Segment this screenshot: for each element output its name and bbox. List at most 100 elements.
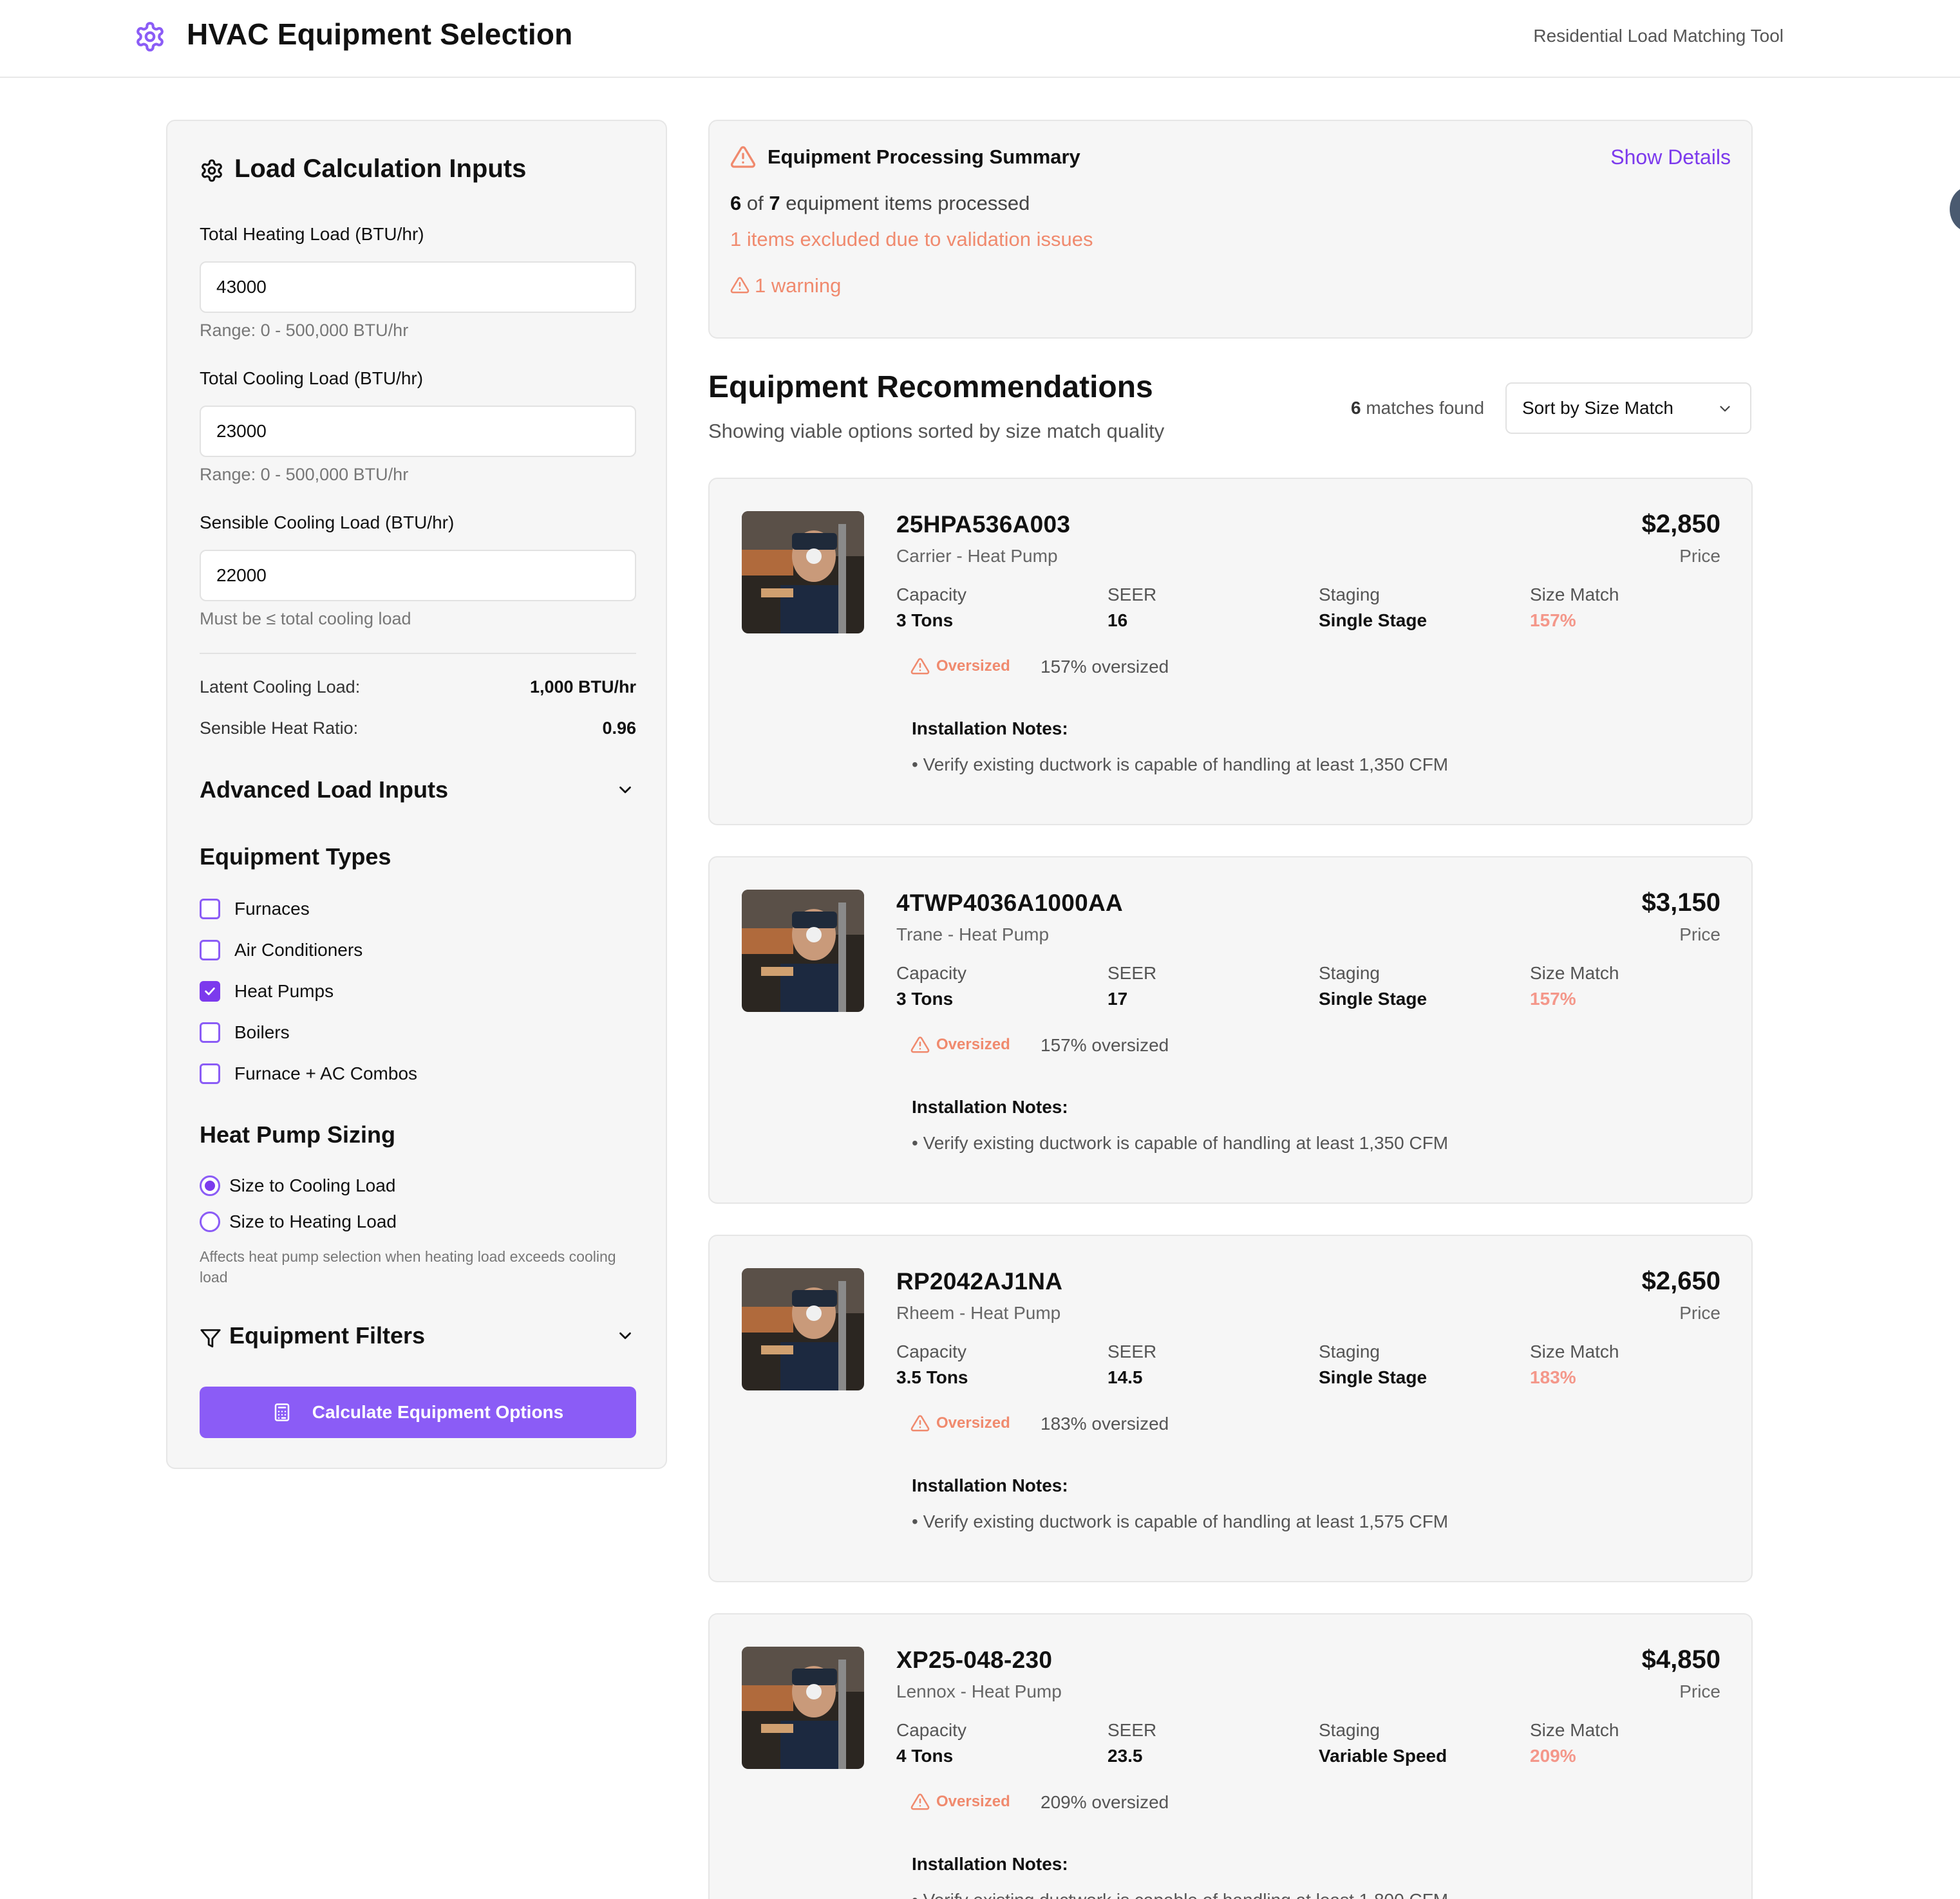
recommendations-subtitle: Showing viable options sorted by size ma…	[708, 420, 1165, 442]
brand-type: Rheem - Heat Pump	[896, 1303, 1061, 1323]
radio-label: Size to Heating Load	[229, 1211, 397, 1231]
staging-value: Single Stage	[1319, 1367, 1428, 1387]
matches-count: 6	[1351, 398, 1361, 418]
installation-note: • Verify existing ductwork is capable of…	[912, 1511, 1449, 1531]
checkbox-label: Heat Pumps	[234, 981, 334, 1001]
heating-load-hint: Range: 0 - 500,000 BTU/hr	[200, 321, 409, 340]
equipment-card[interactable]: XP25-048-230 Lennox - Heat Pump $4,850 P…	[708, 1613, 1753, 1899]
calculate-button-label: Calculate Equipment Options	[312, 1402, 564, 1422]
oversize-text: 157% oversized	[1041, 657, 1169, 677]
capacity-label: Capacity	[896, 1342, 966, 1361]
app-tagline: Residential Load Matching Tool	[1533, 26, 1784, 46]
size-match-label: Size Match	[1530, 963, 1619, 983]
equipment-photo	[742, 890, 864, 1012]
installation-notes-title: Installation Notes:	[912, 1475, 1068, 1495]
oversized-label: Oversized	[936, 1036, 1010, 1053]
checkbox-boilers[interactable]	[200, 1022, 220, 1043]
heat-pump-sizing-title: Heat Pump Sizing	[200, 1121, 396, 1148]
model-number: RP2042AJ1NA	[896, 1268, 1063, 1295]
cooling-load-label: Total Cooling Load (BTU/hr)	[200, 368, 424, 388]
model-number: XP25-048-230	[896, 1647, 1053, 1673]
shr-label: Sensible Heat Ratio:	[200, 718, 359, 738]
oversized-label: Oversized	[936, 1414, 1010, 1432]
sensible-load-input[interactable]: 22000	[200, 550, 636, 601]
equipment-photo	[742, 511, 864, 633]
equipment-filters-toggle[interactable]: Equipment Filters	[229, 1322, 425, 1349]
seer-label: SEER	[1107, 1720, 1157, 1740]
chevron-down-icon[interactable]	[616, 780, 635, 800]
heating-load-label: Total Heating Load (BTU/hr)	[200, 224, 424, 244]
heat-pump-sizing-hint: Affects heat pump selection when heating…	[200, 1248, 616, 1286]
staging-label: Staging	[1319, 1342, 1380, 1361]
staging-value: Variable Speed	[1319, 1746, 1447, 1766]
heating-load-input[interactable]: 43000	[200, 261, 636, 313]
checkbox-air-conditioners[interactable]	[200, 940, 220, 960]
capacity-value: 3.5 Tons	[896, 1367, 968, 1387]
size-match-value: 209%	[1530, 1746, 1576, 1766]
app-title: HVAC Equipment Selection	[187, 17, 573, 51]
oversized-badge: Oversized	[910, 1035, 1010, 1054]
equipment-card[interactable]: 25HPA536A003 Carrier - Heat Pump $2,850 …	[708, 478, 1753, 825]
total-count: 7	[769, 192, 780, 214]
summary-title: Equipment Processing Summary	[768, 145, 1080, 168]
matches-suffix: matches found	[1366, 398, 1485, 418]
size-match-value: 157%	[1530, 989, 1576, 1009]
shr-value: 0.96	[602, 718, 636, 738]
checkbox-label: Furnace + AC Combos	[234, 1063, 418, 1083]
seer-value: 17	[1107, 989, 1128, 1009]
sensible-load-label: Sensible Cooling Load (BTU/hr)	[200, 512, 455, 532]
oversized-badge: Oversized	[910, 657, 1010, 676]
price-label: Price	[1679, 546, 1720, 566]
latent-load-value: 1,000 BTU/hr	[529, 677, 636, 697]
seer-value: 23.5	[1107, 1746, 1143, 1766]
floating-avatar[interactable]	[1950, 187, 1960, 232]
divider	[200, 653, 636, 654]
seer-value: 16	[1107, 610, 1128, 630]
checkbox-furnaces[interactable]	[200, 899, 220, 919]
installation-note: • Verify existing ductwork is capable of…	[912, 754, 1449, 774]
price-label: Price	[1679, 1681, 1720, 1701]
gear-icon	[137, 22, 164, 51]
sort-select[interactable]: Sort by Size Match	[1505, 382, 1751, 434]
brand-type: Trane - Heat Pump	[896, 924, 1050, 944]
checkbox-label: Boilers	[234, 1022, 290, 1042]
checkmark-icon	[205, 987, 215, 995]
processed-suffix: equipment items processed	[786, 192, 1030, 214]
show-details-link[interactable]: Show Details	[1610, 145, 1731, 169]
chevron-down-icon[interactable]	[616, 1326, 635, 1345]
radio-size-heating[interactable]	[200, 1211, 220, 1232]
cooling-load-hint: Range: 0 - 500,000 BTU/hr	[200, 465, 409, 484]
installation-notes-title: Installation Notes:	[912, 1854, 1068, 1874]
capacity-value: 3 Tons	[896, 610, 954, 630]
warning-count[interactable]: 1 warning	[755, 274, 841, 297]
size-match-value: 157%	[1530, 610, 1576, 630]
cooling-load-input[interactable]: 23000	[200, 406, 636, 457]
model-number: 4TWP4036A1000AA	[896, 890, 1124, 916]
checkbox-furnace-ac-combos[interactable]	[200, 1063, 220, 1084]
size-match-label: Size Match	[1530, 1720, 1619, 1740]
capacity-label: Capacity	[896, 963, 966, 983]
staging-label: Staging	[1319, 1720, 1380, 1740]
equipment-card[interactable]: RP2042AJ1NA Rheem - Heat Pump $2,650 Pri…	[708, 1235, 1753, 1582]
of-text: of	[746, 192, 764, 214]
oversized-label: Oversized	[936, 1793, 1010, 1810]
warning-icon	[910, 1036, 930, 1053]
top-header: HVAC Equipment Selection Residential Loa…	[0, 0, 1960, 78]
staging-value: Single Stage	[1319, 610, 1428, 630]
calculate-button[interactable]: Calculate Equipment Options	[200, 1387, 636, 1438]
price-label: Price	[1679, 1303, 1720, 1323]
seer-label: SEER	[1107, 585, 1157, 604]
filter-icon	[200, 1329, 221, 1348]
radio-size-cooling[interactable]	[200, 1175, 220, 1196]
oversize-text: 157% oversized	[1041, 1035, 1169, 1055]
checkbox-label: Air Conditioners	[234, 940, 363, 960]
checkbox-heat-pumps[interactable]	[200, 981, 220, 1002]
advanced-inputs-toggle[interactable]: Advanced Load Inputs	[200, 776, 448, 803]
equipment-photo	[742, 1268, 864, 1390]
price: $2,850	[1641, 510, 1720, 538]
panel-title: Load Calculation Inputs	[234, 154, 527, 183]
staging-label: Staging	[1319, 585, 1380, 604]
equipment-card[interactable]: 4TWP4036A1000AA Trane - Heat Pump $3,150…	[708, 856, 1753, 1204]
checkbox-label: Furnaces	[234, 899, 310, 919]
oversized-badge: Oversized	[910, 1414, 1010, 1433]
